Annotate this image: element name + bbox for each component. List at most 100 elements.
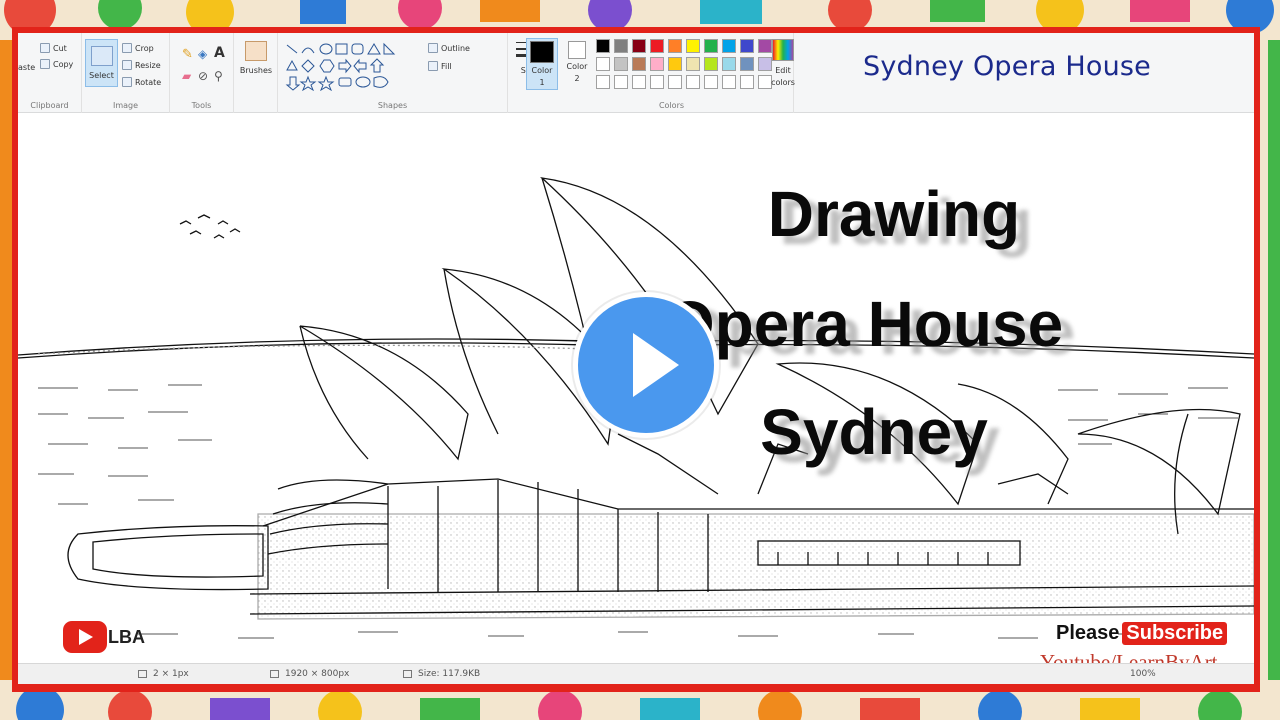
please-text: Please [1056, 622, 1120, 644]
palette-swatch[interactable] [704, 57, 718, 71]
clipboard-group: aste Cut Copy Clipboard [18, 33, 82, 113]
palette-swatch[interactable] [614, 39, 628, 53]
fill-label: Fill [441, 61, 452, 71]
brushes-label: Brushes [239, 66, 273, 75]
resize-icon [122, 60, 132, 70]
color1-swatch [530, 41, 554, 63]
ribbon-toolbar: aste Cut Copy Clipboard Select Crop Resi… [18, 33, 1254, 113]
dimensions-icon [270, 670, 279, 678]
select-label: Select [89, 71, 114, 80]
outline-label: Outline [441, 43, 470, 53]
palette-swatch[interactable] [704, 39, 718, 53]
brushes-group: Brushes [234, 33, 278, 113]
rotate-button[interactable]: Rotate [122, 77, 161, 87]
video-thumbnail: aste Cut Copy Clipboard Select Crop Resi… [0, 0, 1280, 720]
resize-label: Resize [135, 60, 161, 70]
youtube-play-icon [63, 621, 107, 653]
edit-colors-label-1: Edit [775, 66, 791, 75]
palette-swatch[interactable] [740, 57, 754, 71]
colors-group: Color 1 Color 2 Edit colors Colors [526, 33, 795, 113]
zoom-level[interactable]: 100% [1130, 669, 1156, 679]
fill-icon [428, 61, 438, 71]
colors-group-label: Colors [658, 101, 685, 110]
palette-swatch[interactable] [668, 39, 682, 53]
rotate-icon [122, 77, 132, 87]
shapes-gallery[interactable] [284, 41, 404, 91]
color1-number: 1 [539, 78, 545, 87]
palette-swatch[interactable] [650, 39, 664, 53]
brushes-button[interactable]: Brushes [238, 41, 274, 75]
color2-number: 2 [574, 74, 580, 83]
palette-swatch-empty[interactable] [704, 75, 718, 89]
select-rectangle-icon [90, 46, 113, 66]
edit-colors-button[interactable]: Edit colors [768, 39, 798, 87]
palette-swatch-empty[interactable] [686, 75, 700, 89]
palette-swatch[interactable] [596, 39, 610, 53]
red-border-frame: aste Cut Copy Clipboard Select Crop Resi… [12, 27, 1260, 692]
palette-swatch[interactable] [632, 57, 646, 71]
status-bar: 2 × 1px 1920 × 800px Size: 117.9KB 100% [18, 663, 1254, 684]
pencil-icon[interactable]: ✎ [182, 47, 193, 62]
crop-label: Crop [135, 43, 154, 53]
palette-swatch[interactable] [614, 57, 628, 71]
cut-label: Cut [53, 43, 67, 53]
shapes-group-label: Shapes [377, 101, 408, 110]
tools-group-label: Tools [191, 101, 212, 110]
palette-swatch[interactable] [596, 57, 610, 71]
play-button[interactable] [573, 292, 719, 438]
overlay-title-line1: Drawing [767, 178, 1021, 250]
copy-icon [40, 59, 50, 69]
scissors-icon [40, 43, 50, 53]
image-group: Select Crop Resize Rotate Image [82, 33, 170, 113]
palette-swatch[interactable] [686, 57, 700, 71]
palette-swatch[interactable] [650, 57, 664, 71]
palette-swatch[interactable] [722, 57, 736, 71]
palette-swatch[interactable] [668, 57, 682, 71]
outline-dropdown[interactable]: Outline [428, 43, 470, 53]
select-button[interactable]: Select [85, 39, 118, 87]
overlay-title-line3: Sydney [760, 396, 988, 468]
copy-button[interactable]: Copy [40, 59, 73, 69]
palette-swatch[interactable] [686, 39, 700, 53]
crop-icon [122, 43, 132, 53]
color2-label: Color [566, 62, 588, 71]
size-value: Size: 117.9KB [418, 669, 481, 679]
palette-swatch-empty[interactable] [668, 75, 682, 89]
text-tool-icon[interactable]: A [214, 45, 225, 61]
palette-swatch-empty[interactable] [596, 75, 610, 89]
color2-button[interactable]: Color 2 [562, 41, 592, 91]
lba-logo: LBA [63, 621, 145, 653]
palette-swatch-empty[interactable] [632, 75, 646, 89]
color-picker-icon[interactable]: ⊘ [198, 69, 208, 83]
palette-swatch-empty[interactable] [650, 75, 664, 89]
copy-label: Copy [53, 59, 74, 69]
brush-icon [245, 41, 267, 61]
resize-button[interactable]: Resize [122, 60, 161, 70]
palette-swatch-empty[interactable] [722, 75, 736, 89]
color2-swatch [568, 41, 586, 59]
cut-button[interactable]: Cut [40, 43, 67, 53]
subscribe-button[interactable]: Subscribe [1122, 622, 1228, 645]
file-size: Size: 117.9KB [403, 669, 480, 679]
palette-swatch[interactable] [740, 39, 754, 53]
cursor-value: 2 × 1px [153, 669, 189, 679]
edit-colors-label-2: colors [771, 78, 795, 87]
fill-dropdown[interactable]: Fill [428, 61, 452, 71]
magnifier-icon[interactable]: ⚲ [214, 69, 223, 83]
subscribe-banner[interactable]: Please Subscribe [1056, 622, 1228, 645]
palette-swatch[interactable] [632, 39, 646, 53]
color1-button[interactable]: Color 1 [526, 38, 558, 90]
palette-swatch-empty[interactable] [740, 75, 754, 89]
header-title: Sydney Opera House [863, 51, 1151, 82]
crop-button[interactable]: Crop [122, 43, 154, 53]
palette-swatch-empty[interactable] [614, 75, 628, 89]
cursor-icon [138, 670, 147, 678]
fill-bucket-icon[interactable]: ◈ [198, 47, 207, 61]
zoom-value: 100% [1130, 669, 1156, 679]
clipboard-group-label: Clipboard [30, 101, 69, 110]
disk-icon [403, 670, 412, 678]
cursor-position: 2 × 1px [138, 669, 189, 679]
eraser-icon[interactable]: ▰ [182, 69, 191, 83]
paste-button[interactable]: aste [18, 63, 35, 72]
palette-swatch[interactable] [722, 39, 736, 53]
